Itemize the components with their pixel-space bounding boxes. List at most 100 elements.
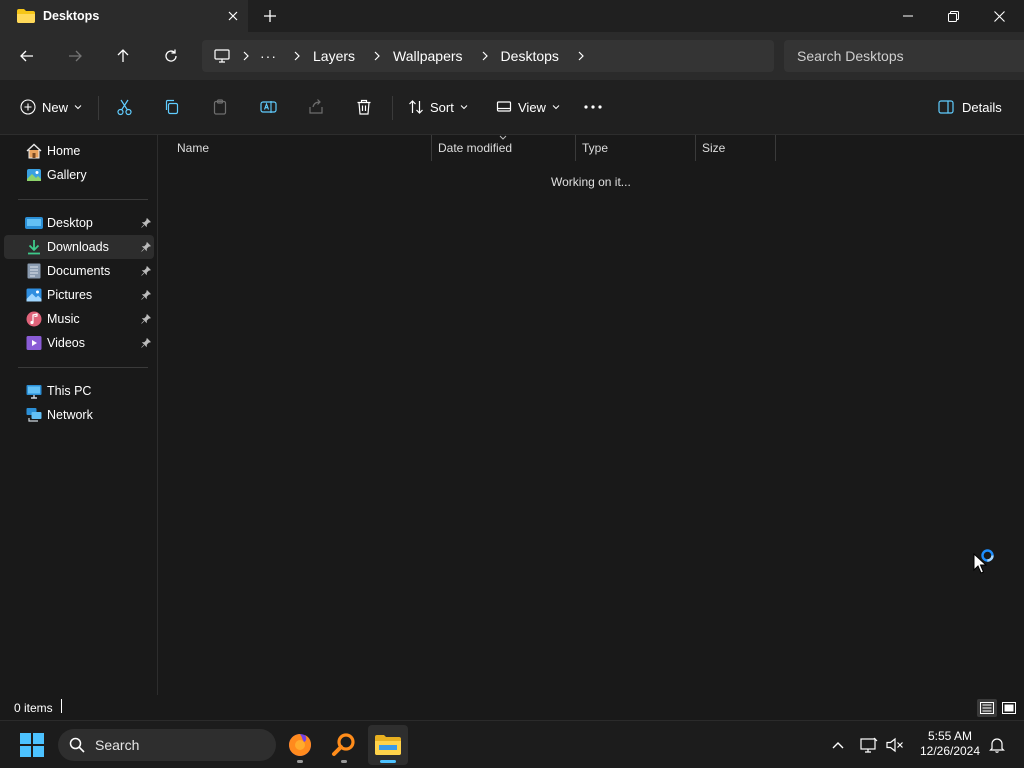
forward-button[interactable]	[59, 40, 91, 72]
tab-desktops[interactable]: Desktops	[0, 0, 248, 32]
taskbar-search-box[interactable]: Search	[58, 729, 276, 761]
details-view-icon	[980, 702, 994, 714]
restore-button[interactable]	[930, 0, 976, 32]
breadcrumb-overflow[interactable]: ···	[256, 48, 281, 64]
see-more-button[interactable]	[584, 92, 602, 122]
up-button[interactable]	[107, 40, 139, 72]
address-bar[interactable]: ··· Layers Wallpapers Desktops	[202, 40, 774, 72]
pin-icon[interactable]	[140, 289, 152, 301]
taskbar-file-explorer[interactable]	[368, 725, 408, 765]
column-header-name[interactable]: Name	[177, 135, 209, 161]
restore-icon	[947, 10, 959, 22]
new-tab-button[interactable]	[256, 2, 284, 30]
details-pane-button[interactable]: Details	[938, 92, 1002, 122]
firefox-icon	[289, 734, 311, 756]
sidebar-item-gallery[interactable]: Gallery	[4, 163, 154, 187]
copy-icon	[165, 99, 179, 115]
sidebar-item-desktop[interactable]: Desktop	[4, 211, 154, 235]
share-button[interactable]	[308, 92, 324, 122]
sidebar-item-documents[interactable]: Documents	[4, 259, 154, 283]
rename-button[interactable]	[260, 92, 277, 122]
chevron-right-icon[interactable]	[475, 40, 495, 72]
sidebar-item-music[interactable]: Music	[4, 307, 154, 331]
documents-folder-icon	[25, 262, 43, 280]
breadcrumb-wallpapers[interactable]: Wallpapers	[387, 48, 469, 64]
tab-close-button[interactable]	[218, 0, 248, 32]
cut-button[interactable]	[116, 92, 133, 122]
taskbar-search-app[interactable]	[324, 725, 364, 765]
notifications-button[interactable]	[985, 733, 1009, 757]
view-label: View	[518, 99, 546, 115]
sidebar-item-label: Music	[47, 312, 80, 326]
arrow-right-icon	[69, 50, 82, 62]
pin-icon[interactable]	[140, 241, 152, 253]
refresh-button[interactable]	[155, 40, 187, 72]
column-header-type[interactable]: Type	[582, 135, 608, 161]
command-separator	[98, 96, 99, 120]
column-separator[interactable]	[775, 135, 776, 161]
details-label: Details	[962, 99, 1002, 115]
close-icon	[228, 11, 238, 21]
view-button[interactable]: View	[496, 92, 560, 122]
sidebar-item-pictures[interactable]: Pictures	[4, 283, 154, 307]
downloads-folder-icon	[25, 238, 43, 256]
minimize-button[interactable]	[885, 0, 931, 32]
sidebar-divider	[18, 367, 148, 368]
search-input[interactable]: Search Desktops	[784, 40, 1024, 72]
column-separator[interactable]	[575, 135, 576, 161]
sort-label: Sort	[430, 99, 454, 115]
share-icon	[309, 99, 323, 114]
tab-title: Desktops	[43, 9, 100, 23]
sort-indicator-icon	[499, 135, 507, 140]
command-bar: New Sort View Details	[0, 80, 1024, 135]
breadcrumb-layers[interactable]: Layers	[307, 48, 361, 64]
new-button[interactable]: New	[20, 92, 82, 122]
show-hidden-icons-button[interactable]	[826, 733, 850, 757]
sidebar-item-label: Downloads	[47, 240, 109, 254]
new-label: New	[42, 99, 69, 115]
loading-message: Working on it...	[551, 175, 631, 189]
file-list[interactable]: Name Date modified Type Size Working on …	[159, 135, 1024, 695]
paste-button[interactable]	[212, 92, 228, 122]
chevron-right-icon[interactable]	[287, 40, 307, 72]
chevron-right-icon[interactable]	[367, 40, 387, 72]
pin-icon[interactable]	[140, 337, 152, 349]
sidebar-item-label: Documents	[47, 264, 111, 278]
copy-button[interactable]	[164, 92, 180, 122]
back-button[interactable]	[11, 40, 43, 72]
sidebar-item-network[interactable]: Network	[4, 403, 154, 427]
taskbar-clock[interactable]: 5:55 AM 12/26/2024	[914, 729, 986, 759]
clipboard-icon	[213, 99, 227, 115]
sidebar-item-home[interactable]: Home	[4, 139, 154, 163]
pin-icon[interactable]	[140, 265, 152, 277]
sidebar-item-label: Videos	[47, 336, 85, 350]
network-status-button[interactable]	[857, 733, 881, 757]
close-window-button[interactable]	[976, 0, 1022, 32]
home-icon	[25, 142, 43, 160]
view-icon	[496, 101, 512, 112]
sidebar-item-downloads[interactable]: Downloads	[4, 235, 154, 259]
taskbar-firefox[interactable]	[280, 725, 320, 765]
pin-icon[interactable]	[140, 313, 152, 325]
details-view-button[interactable]	[977, 699, 997, 717]
column-header-size[interactable]: Size	[702, 135, 725, 161]
chevron-right-icon[interactable]	[236, 40, 256, 72]
this-pc-icon	[25, 382, 43, 400]
delete-button[interactable]	[356, 92, 372, 122]
search-placeholder: Search Desktops	[797, 48, 904, 64]
sidebar-item-this-pc[interactable]: This PC	[4, 379, 154, 403]
volume-button[interactable]	[883, 733, 907, 757]
breadcrumb-desktops[interactable]: Desktops	[495, 48, 565, 64]
large-icons-view-button[interactable]	[999, 699, 1019, 717]
this-pc-icon	[214, 49, 230, 63]
pin-icon[interactable]	[140, 217, 152, 229]
folder-icon	[17, 9, 35, 23]
sidebar-item-videos[interactable]: Videos	[4, 331, 154, 355]
start-button[interactable]	[12, 725, 52, 765]
column-separator[interactable]	[695, 135, 696, 161]
sort-button[interactable]: Sort	[408, 92, 468, 122]
chevron-right-icon[interactable]	[571, 40, 591, 72]
sidebar-item-label: Pictures	[47, 288, 93, 302]
column-separator[interactable]	[431, 135, 432, 161]
file-explorer-icon	[375, 735, 401, 755]
